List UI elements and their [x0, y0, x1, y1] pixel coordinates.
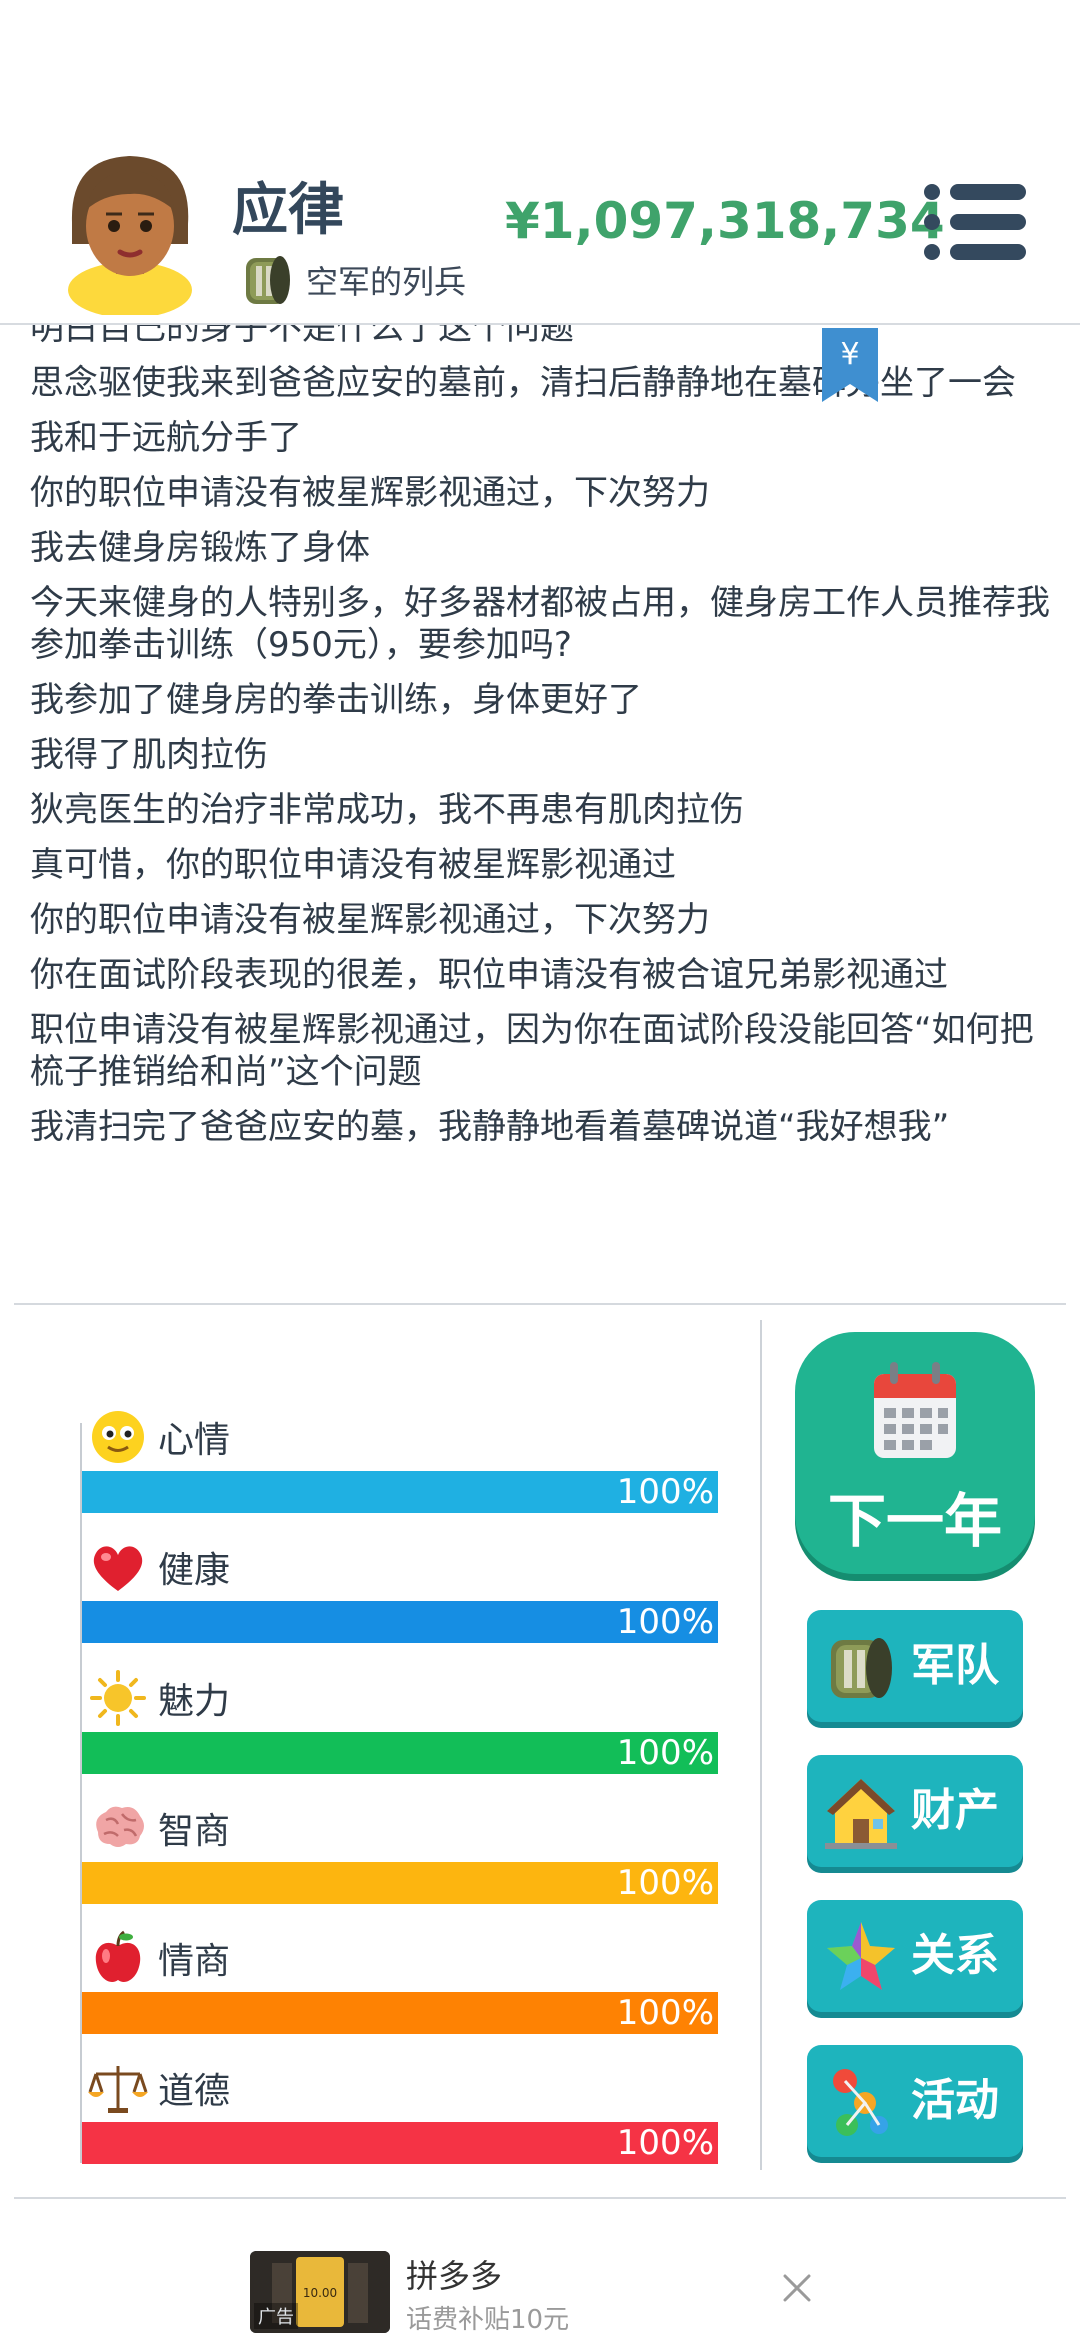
activities-button[interactable]: 活动 [807, 2045, 1023, 2157]
ad-thumbnail[interactable]: 10.00 广告 [250, 2251, 390, 2333]
money-balance: ¥1,097,318,734 [505, 192, 945, 250]
stat-label: 心情 [158, 1420, 231, 1461]
stat-header: 情商 [88, 1928, 230, 1988]
stat-label: 情商 [158, 1941, 231, 1982]
stat-percentage: 100% [616, 1993, 714, 2033]
stats-axis-rule [80, 1423, 82, 2163]
event-log-list: 明白自己的身子不是什么了这个问题思念驱使我来到爸爸应安的墓前，清扫后静静地在墓碑… [30, 325, 1050, 1161]
header: 应律 空军的列兵 ¥1,097,318,734 [0, 0, 1080, 325]
calendar-icon [874, 1362, 956, 1458]
avatar[interactable] [42, 140, 217, 315]
log-entry: 狄亮医生的治疗非常成功，我不再患有肌肉拉伤 [30, 790, 744, 830]
property-button[interactable]: 财产 [807, 1755, 1023, 1867]
bookmark-symbol: ¥ [840, 337, 859, 372]
log-entry: 真可惜，你的职位申请没有被星辉影视通过 [30, 845, 676, 885]
ad-title[interactable]: 拼多多 [406, 2251, 502, 2297]
player-title: 空军的列兵 [240, 250, 466, 310]
army-button[interactable]: 军队 [807, 1610, 1023, 1722]
activities-label: 活动 [911, 2075, 999, 2126]
bookmark-icon[interactable]: ¥ [822, 328, 878, 402]
stat-header: 智商 [88, 1798, 230, 1858]
property-label: 财产 [911, 1785, 999, 1836]
activities-icon [833, 2069, 888, 2136]
stat-percentage: 100% [616, 1472, 714, 1512]
army-label: 军队 [911, 1640, 999, 1691]
stat-label: 魅力 [158, 1681, 231, 1722]
log-entry: 今天来健身的人特别多，好多器材都被占用，健身房工作人员推荐我参加拳击训练（950… [30, 583, 1050, 665]
house-icon [825, 1779, 897, 1849]
log-entry: 你的职位申请没有被星辉影视通过，下次努力 [30, 900, 710, 940]
log-entry: 你在面试阶段表现的很差，职位申请没有被合谊兄弟影视通过 [30, 955, 948, 995]
log-entry: 我和于远航分手了 [30, 418, 302, 458]
stat-label: 健康 [158, 1550, 231, 1591]
log-entry: 你的职位申请没有被星辉影视通过，下次努力 [30, 473, 710, 513]
apple-icon [95, 1930, 141, 1982]
player-title-text: 空军的列兵 [306, 263, 467, 301]
stat-percentage: 100% [616, 1863, 714, 1903]
army-badge-icon [246, 256, 290, 304]
scales-icon [88, 2066, 148, 2113]
smiley-face-icon [92, 1411, 144, 1463]
log-entry: 思念驱使我来到爸爸应安的墓前，清扫后静静地在墓碑旁坐了一会 [30, 363, 1016, 403]
log-entry: 我清扫完了爸爸应安的墓，我静静地看着墓碑说道“我好想我” [30, 1107, 950, 1147]
sun-icon [90, 1670, 146, 1726]
ad-banner[interactable]: 10.00 广告 拼多多 话费补贴10元 [0, 2199, 1080, 2340]
star-icon [827, 1922, 895, 1990]
menu-icon[interactable] [922, 182, 1028, 262]
stat-label: 智商 [158, 1811, 231, 1852]
stats-divider [760, 1320, 762, 2170]
player-name: 应律 [232, 178, 344, 243]
next-year-label: 下一年 [827, 1487, 1002, 1555]
stats-panel: 心情 100% 健康 100% 魅力 100% 智商 100% 情商 100% 道德 100% [0, 1305, 760, 2175]
close-icon[interactable] [780, 2271, 814, 2305]
stat-header: 健康 [88, 1537, 230, 1597]
stat-percentage: 100% [616, 2123, 714, 2163]
ad-subtitle: 话费补贴10元 [406, 2305, 570, 2335]
stat-percentage: 100% [616, 1602, 714, 1642]
brain-icon [96, 1806, 144, 1847]
army-icon [831, 1638, 892, 1698]
log-entry: 我参加了健身房的拳击训练，身体更好了 [30, 680, 642, 720]
log-entry: 明白自己的身子不是什么了这个问题 [30, 325, 574, 348]
heart-icon [93, 1546, 143, 1591]
relations-button[interactable]: 关系 [807, 1900, 1023, 2012]
relations-label: 关系 [911, 1930, 999, 1981]
log-entry: 我去健身房锻炼了身体 [30, 528, 370, 568]
stat-header: 道德 [88, 2058, 230, 2118]
log-entry: 职位申请没有被星辉影视通过，因为你在面试阶段没能回答“如何把梳子推销给和尚”这个… [30, 1010, 1034, 1092]
event-log[interactable]: 明白自己的身子不是什么了这个问题思念驱使我来到爸爸应安的墓前，清扫后静静地在墓碑… [0, 325, 1080, 1305]
stat-header: 心情 [88, 1407, 230, 1467]
stat-label: 道德 [158, 2071, 231, 2112]
ad-thumb-text: 10.00 [303, 2286, 337, 2300]
log-entry: 我得了肌肉拉伤 [30, 735, 268, 775]
ad-tag: 广告 [254, 2303, 298, 2329]
stat-header: 魅力 [88, 1668, 230, 1728]
stat-percentage: 100% [616, 1733, 714, 1773]
next-year-button[interactable]: 下一年 [795, 1332, 1035, 1574]
